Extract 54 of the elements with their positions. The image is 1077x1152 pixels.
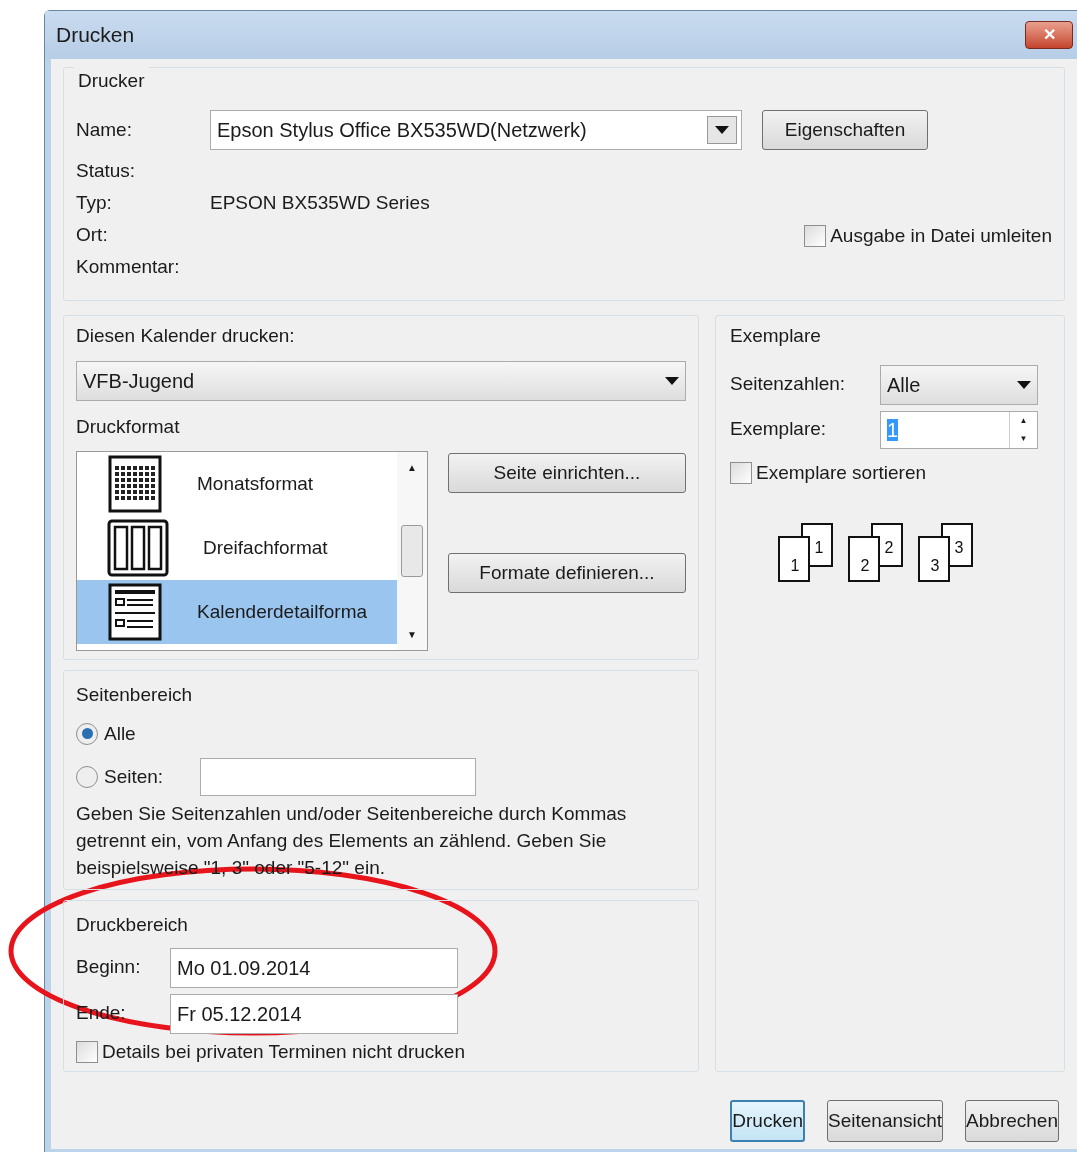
field-label: Name:: [76, 117, 133, 142]
page-setup-button[interactable]: Seite einrichten...: [448, 453, 686, 493]
calendar-dropdown[interactable]: VFB-Jugend: [76, 360, 686, 401]
spin-up-button[interactable]: ▲: [1019, 414, 1028, 427]
printer-dropdown[interactable]: Epson Stylus Office BX535WD(Netzwerk): [210, 110, 742, 150]
format-list-item[interactable]: Kalenderdetailforma: [77, 580, 397, 644]
checkbox[interactable]: [76, 1040, 98, 1063]
group-title: Drucker: [78, 70, 145, 91]
field-label: Beginn:: [76, 955, 142, 980]
window-title: Drucken: [56, 22, 135, 49]
group-title: Druckbereich: [76, 914, 188, 935]
properties-button[interactable]: Eigenschaften: [762, 110, 928, 150]
scroll-up-button[interactable]: ▲: [407, 460, 417, 475]
field-label: Diesen Kalender drucken:: [76, 325, 295, 346]
dropdown-arrow-icon: [715, 126, 729, 134]
dialog-button[interactable]: Seitenansicht: [827, 1100, 944, 1142]
field-value: EPSON BX535WD Series: [210, 190, 430, 215]
end-date-field[interactable]: Fr 05.12.2014: [170, 993, 458, 1034]
format-list-item[interactable]: Dreifachformat: [77, 516, 397, 580]
pages-field[interactable]: [200, 758, 476, 796]
radio-button[interactable]: [76, 722, 98, 745]
format-list-item[interactable]: Monatsformat: [77, 452, 397, 516]
spin-down-button[interactable]: ▼: [1019, 432, 1028, 445]
radio-label: Alle: [104, 721, 137, 746]
checkbox-label: Details bei privaten Terminen nicht drucken: [102, 1039, 465, 1064]
group-title: Exemplare: [730, 325, 821, 346]
checkbox-label: Ausgabe in Datei umleiten: [830, 224, 1052, 248]
define-styles-button[interactable]: Formate definieren...: [448, 553, 686, 593]
group-title: Seitenbereich: [76, 684, 193, 705]
field-label: Kommentar:: [76, 254, 181, 279]
field-label: Ort:: [76, 222, 109, 247]
start-date-field[interactable]: Mo 01.09.2014: [170, 947, 458, 988]
checkbox[interactable]: [804, 225, 827, 248]
copies-spinner[interactable]: 1 ▲ ▼: [880, 410, 1038, 449]
dialog-button[interactable]: Abbrechen: [965, 1100, 1059, 1142]
checkbox[interactable]: [730, 461, 752, 484]
checkbox-label: Exemplare sortieren: [756, 460, 927, 485]
radio-label: Seiten:: [104, 764, 165, 789]
field-label: Typ:: [76, 190, 113, 215]
radio-button[interactable]: [76, 766, 98, 788]
scrollbar-thumb[interactable]: [401, 525, 423, 577]
group-title: Druckformat: [76, 415, 180, 437]
month-grid-icon: [107, 454, 163, 514]
field-label: Seitenzahlen:: [730, 372, 847, 397]
field-label: Status:: [76, 158, 137, 183]
dialog-button[interactable]: Drucken: [730, 1100, 805, 1142]
pages-dropdown[interactable]: Alle: [880, 364, 1038, 405]
detail-page-icon: [107, 582, 163, 642]
dropdown-arrow-icon: [1017, 380, 1031, 389]
field-label: Exemplare:: [730, 417, 828, 442]
format-list[interactable]: Monatsformat Dreifachformat Kalenderdetailforma ▲ ▼: [76, 451, 428, 651]
dropdown-arrow-icon: [665, 376, 679, 385]
scroll-down-button[interactable]: ▼: [407, 627, 417, 642]
three-column-icon: [107, 519, 169, 577]
